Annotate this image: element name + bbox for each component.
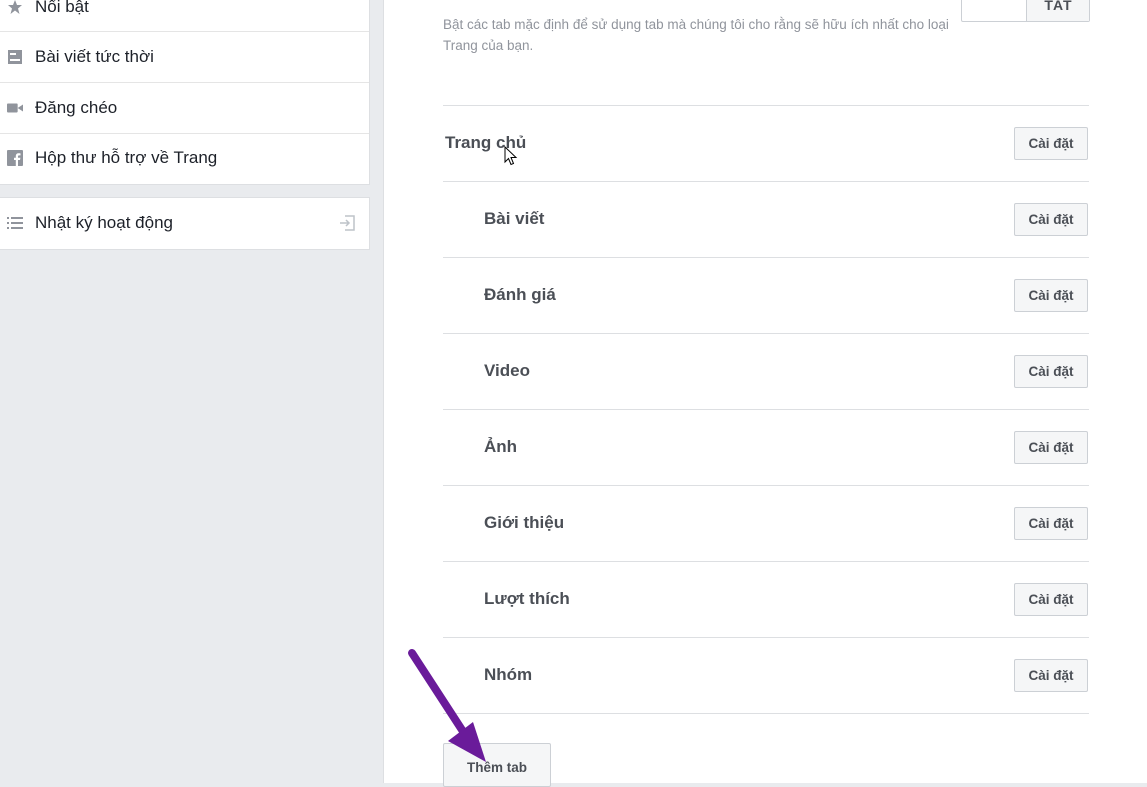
tab-label-reviews: Đánh giá [484, 285, 556, 304]
divider [443, 257, 1089, 258]
divider [443, 485, 1089, 486]
tab-label-photos: Ảnh [484, 437, 518, 456]
list-icon [7, 215, 23, 231]
mouse-cursor-icon [504, 146, 518, 166]
divider [443, 713, 1089, 714]
settings-button[interactable]: Cài đặt [1014, 279, 1088, 312]
toggle-off-segment[interactable]: TẮT [1026, 0, 1089, 21]
facebook-icon [7, 150, 23, 166]
sidebar-item-label: Bài viết tức thời [35, 47, 154, 66]
sidebar-item-crossposting[interactable]: Đăng chéo [0, 83, 369, 133]
sidebar-item-label: Nhật ký hoạt động [35, 213, 173, 232]
tab-label-about: Giới thiệu [484, 513, 565, 532]
sidebar-item-label: Hộp thư hỗ trợ về Trang [35, 148, 218, 167]
tabs-settings-panel: Bật các tab mặc định để sử dụng tab mà c… [383, 0, 1147, 787]
divider [443, 637, 1089, 638]
star-icon [7, 0, 23, 15]
settings-button[interactable]: Cài đặt [1014, 431, 1088, 464]
tab-label-likes: Lượt thích [484, 589, 570, 608]
sidebar-item-support-inbox[interactable]: Hộp thư hỗ trợ về Trang [0, 133, 369, 183]
divider [443, 333, 1089, 334]
settings-button[interactable]: Cài đặt [1014, 659, 1088, 692]
sidebar-menu-card: Nổi bật Bài viết tức thời Đăng chéo Hộp … [0, 0, 370, 185]
divider [443, 561, 1089, 562]
default-tabs-toggle[interactable]: TẮT [961, 0, 1090, 22]
tab-label-groups: Nhóm [484, 665, 533, 684]
settings-button[interactable]: Cài đặt [1014, 203, 1088, 236]
sidebar-item-label: Nổi bật [35, 0, 89, 16]
settings-button[interactable]: Cài đặt [1014, 583, 1088, 616]
sidebar-item-instant-articles[interactable]: Bài viết tức thời [0, 32, 369, 82]
divider [443, 409, 1089, 410]
enter-icon[interactable] [339, 215, 355, 236]
instant-article-icon [7, 49, 23, 65]
default-tabs-description: Bật các tab mặc định để sử dụng tab mà c… [443, 17, 949, 53]
toggle-on-segment[interactable] [962, 0, 1026, 21]
add-tab-button[interactable]: Thêm tab [443, 743, 551, 787]
settings-button[interactable]: Cài đặt [1014, 507, 1088, 540]
settings-button[interactable]: Cài đặt [1014, 355, 1088, 388]
tab-label-videos: Video [484, 361, 530, 380]
settings-button[interactable]: Cài đặt [1014, 127, 1088, 160]
divider [443, 105, 1089, 106]
video-camera-icon [7, 100, 23, 116]
sidebar-item-label: Đăng chéo [35, 98, 118, 117]
tab-label-posts: Bài viết [484, 209, 545, 228]
sidebar-item-featured[interactable]: Nổi bật [0, 0, 369, 32]
divider [443, 181, 1089, 182]
activity-log-card: Nhật ký hoạt động [0, 197, 370, 250]
sidebar-item-activity-log[interactable]: Nhật ký hoạt động [0, 198, 369, 248]
